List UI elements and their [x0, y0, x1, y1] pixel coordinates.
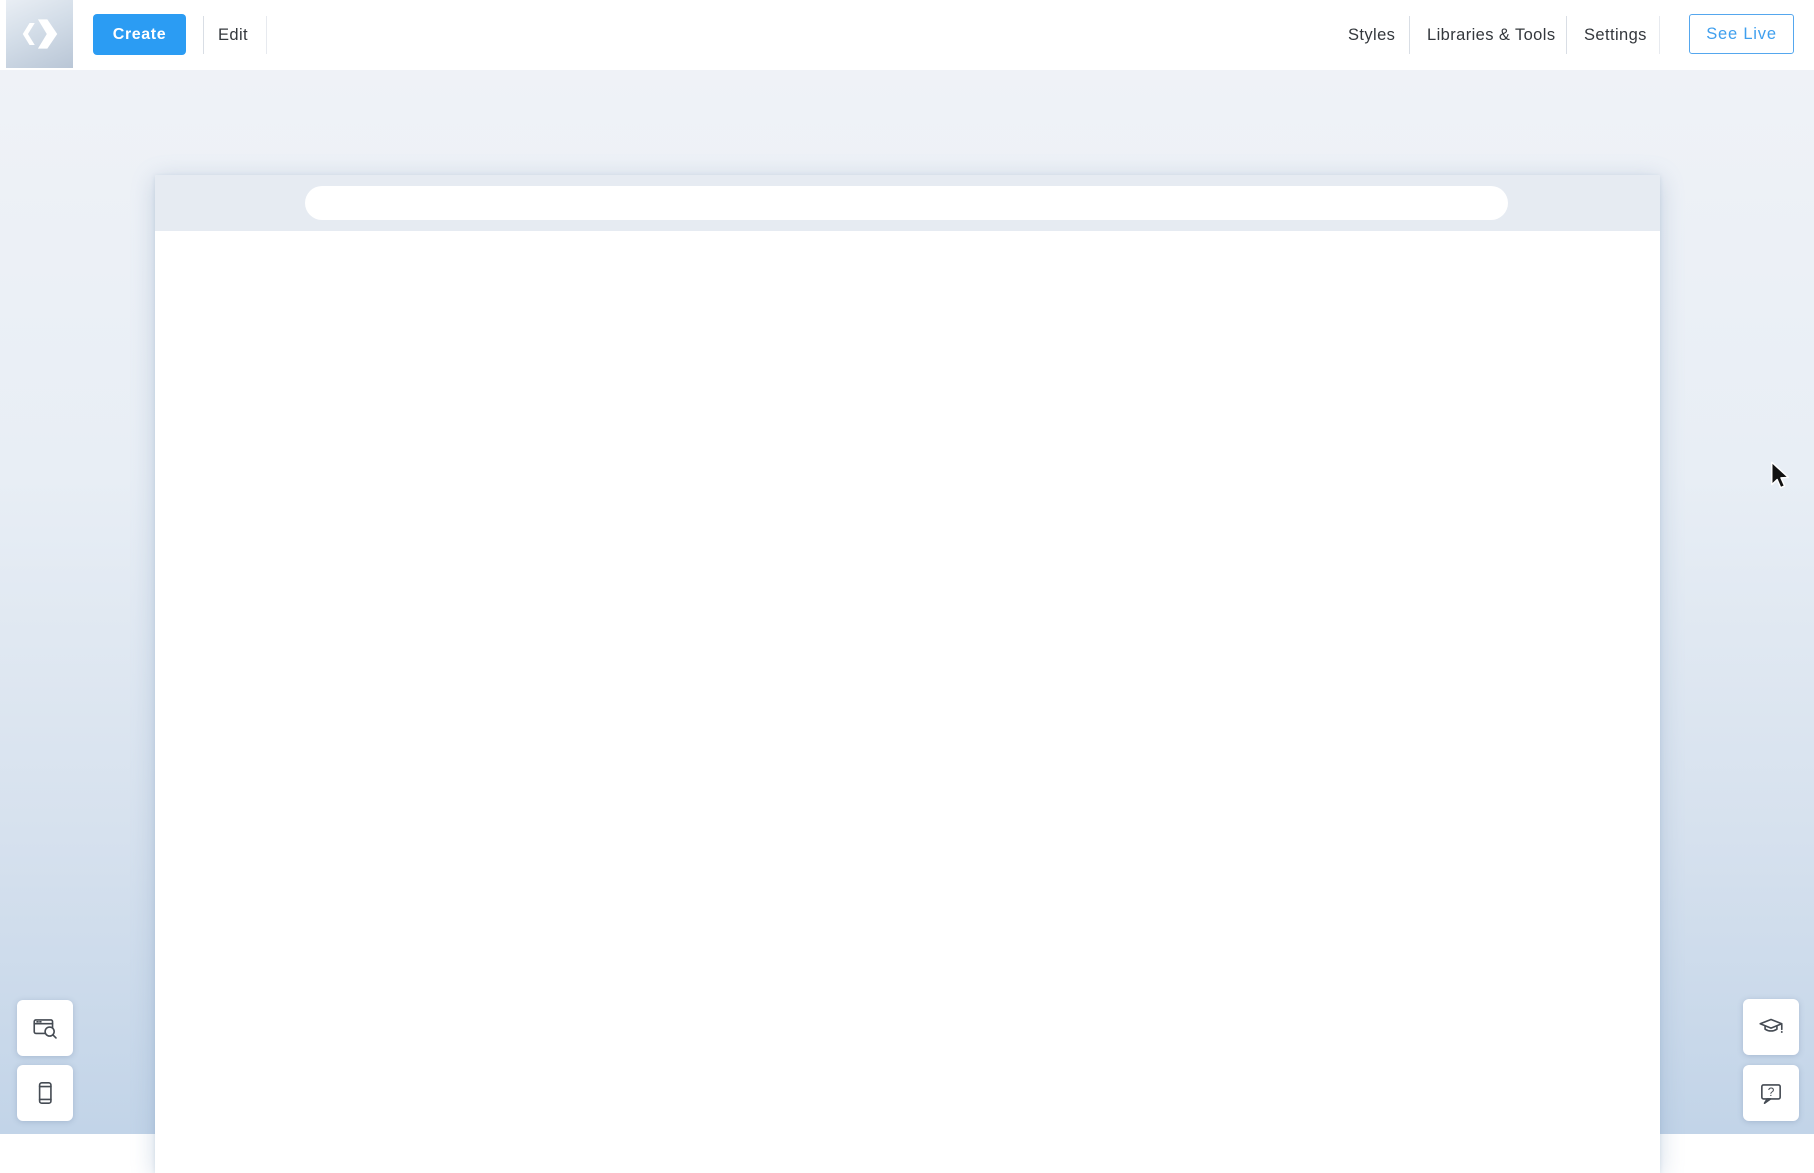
- mobile-preview-button[interactable]: [17, 1065, 73, 1121]
- question-chat-icon: ?: [1757, 1079, 1785, 1107]
- canvas-body[interactable]: [155, 231, 1660, 1173]
- tutorials-button[interactable]: [1743, 999, 1799, 1055]
- help-button[interactable]: ?: [1743, 1065, 1799, 1121]
- separator: [1659, 16, 1660, 54]
- styles-menu-item[interactable]: Styles: [1348, 0, 1395, 70]
- workspace: ?: [0, 70, 1814, 1134]
- separator: [1566, 16, 1567, 54]
- settings-menu-item[interactable]: Settings: [1584, 0, 1647, 70]
- app-logo[interactable]: [6, 0, 73, 68]
- topbar: Create Edit Styles Libraries & Tools Set…: [0, 0, 1814, 70]
- mouse-cursor-icon: [1769, 461, 1791, 491]
- page-canvas[interactable]: [155, 175, 1660, 1173]
- libraries-tools-menu-item[interactable]: Libraries & Tools: [1427, 0, 1555, 70]
- graduation-cap-alert-icon: [1757, 1013, 1785, 1041]
- see-live-button[interactable]: See Live: [1689, 14, 1794, 54]
- separator: [203, 16, 204, 54]
- edit-menu-item[interactable]: Edit: [218, 0, 248, 70]
- browser-search-icon: [31, 1014, 59, 1042]
- separator: [1409, 16, 1410, 54]
- double-chevron-logo-icon: [17, 11, 63, 57]
- svg-text:?: ?: [1768, 1085, 1775, 1099]
- mobile-device-icon: [31, 1079, 59, 1107]
- url-bar: [305, 186, 1508, 220]
- create-button[interactable]: Create: [93, 14, 186, 55]
- browser-preview-button[interactable]: [17, 1000, 73, 1056]
- canvas-browser-bar: [155, 175, 1660, 231]
- separator: [266, 16, 267, 54]
